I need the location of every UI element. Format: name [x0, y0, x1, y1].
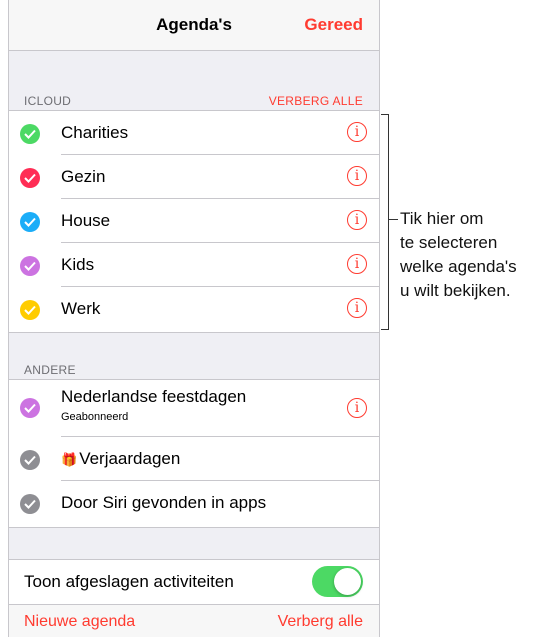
icloud-header-label: ICLOUD — [24, 94, 72, 108]
calendar-row-gezin[interactable]: Gezin i — [9, 155, 379, 199]
calendar-label-wrapper: 🎁 Verjaardagen — [61, 449, 180, 469]
checkmark-icon[interactable] — [20, 398, 40, 418]
info-icon[interactable]: i — [347, 298, 367, 318]
calendar-row-house[interactable]: House i — [9, 199, 379, 243]
settings-group: Toon afgeslagen activiteiten — [9, 559, 379, 604]
calendar-label: Gezin — [61, 167, 106, 186]
icloud-calendar-list: Charities i Gezin i House i Kids i Werk … — [9, 110, 379, 333]
other-calendar-list: Nederlandse feestdagen Geabonneerd i 🎁 Ve… — [9, 379, 379, 528]
calendar-label: Door Siri gevonden in apps — [61, 493, 267, 512]
checkmark-icon[interactable] — [20, 494, 40, 514]
calendar-row-kids[interactable]: Kids i — [9, 243, 379, 287]
new-calendar-button[interactable]: Nieuwe agenda — [24, 613, 135, 631]
calendar-row-holidays[interactable]: Nederlandse feestdagen Geabonneerd i — [9, 380, 379, 437]
checkmark-icon[interactable] — [20, 300, 40, 320]
info-icon[interactable]: i — [347, 122, 367, 142]
calendar-row-charities[interactable]: Charities i — [9, 111, 379, 155]
toggle-knob — [334, 568, 361, 595]
checkmark-icon[interactable] — [20, 212, 40, 232]
other-header-label: ANDERE — [24, 363, 76, 377]
checkmark-icon[interactable] — [20, 256, 40, 276]
declined-events-label: Toon afgeslagen activiteiten — [24, 572, 234, 591]
callout-pointer — [389, 219, 398, 220]
calendar-row-birthdays[interactable]: 🎁 Verjaardagen — [9, 437, 379, 481]
calendar-label: Verjaardagen — [79, 449, 181, 468]
calendar-label: Charities — [61, 123, 129, 142]
other-section-header: ANDERE — [9, 361, 379, 381]
subscribed-label: Geabonneerd — [61, 411, 129, 423]
callout-line: u wilt bekijken. — [400, 281, 511, 300]
checkmark-icon[interactable] — [20, 450, 40, 470]
callout-line: welke agenda's — [400, 257, 517, 276]
checkmark-icon[interactable] — [20, 168, 40, 188]
toolbar: Nieuwe agenda Verberg alle — [9, 604, 379, 637]
calendar-label: House — [61, 211, 111, 230]
callout-line: Tik hier om — [400, 209, 484, 228]
done-button[interactable]: Gereed — [304, 15, 363, 35]
callout-line: te selecteren — [400, 233, 498, 252]
declined-events-toggle[interactable] — [312, 566, 363, 597]
hide-all-button[interactable]: Verberg alle — [278, 613, 363, 631]
gift-icon: 🎁 — [61, 452, 78, 467]
info-icon[interactable]: i — [347, 254, 367, 274]
calendar-label: Werk — [61, 299, 101, 318]
callout-bracket — [381, 114, 389, 330]
callout-text: Tik hier om te selecteren welke agenda's… — [400, 207, 547, 303]
calendar-row-siri[interactable]: Door Siri gevonden in apps — [9, 481, 379, 525]
calendar-label: Nederlandse feestdagen — [61, 387, 247, 406]
info-icon[interactable]: i — [347, 166, 367, 186]
navigation-bar: Agenda's Gereed — [9, 0, 379, 51]
checkmark-icon[interactable] — [20, 124, 40, 144]
hide-all-icloud-button[interactable]: VERBERG ALLE — [269, 94, 363, 108]
calendar-label: Kids — [61, 255, 95, 274]
calendar-row-werk[interactable]: Werk i — [9, 287, 379, 331]
info-icon[interactable]: i — [347, 398, 367, 418]
icloud-section-header: ICLOUD VERBERG ALLE — [9, 92, 379, 112]
info-icon[interactable]: i — [347, 210, 367, 230]
declined-events-row: Toon afgeslagen activiteiten — [9, 560, 379, 604]
calendars-panel: Agenda's Gereed ICLOUD VERBERG ALLE Char… — [8, 0, 380, 637]
